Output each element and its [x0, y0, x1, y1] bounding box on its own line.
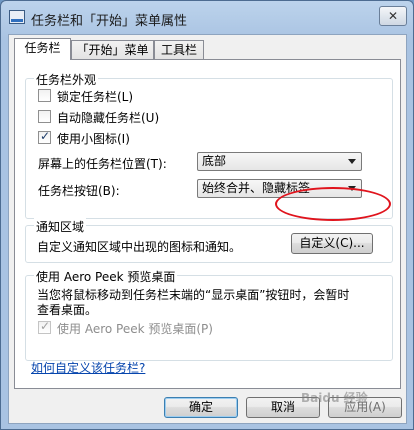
taskbar-icon	[9, 10, 25, 24]
notify-text: 自定义通知区域中出现的图标和通知。	[37, 240, 242, 254]
position-label: 屏幕上的任务栏位置(T):	[38, 157, 167, 171]
dialog-client: 任务栏 「开始」菜单 工具栏 任务栏外观 锁定任务栏(L) 自动隐藏任务栏(U)…	[8, 34, 407, 424]
tab-start-menu[interactable]: 「开始」菜单	[71, 40, 154, 59]
aeropeek-checkbox[interactable]	[38, 319, 51, 334]
lock-taskbar-checkbox[interactable]	[38, 89, 51, 102]
tab-toolbars[interactable]: 工具栏	[154, 40, 204, 59]
position-select[interactable]: 底部	[197, 152, 362, 171]
autohide-label: 自动隐藏任务栏(U)	[57, 111, 160, 125]
help-link[interactable]: 如何自定义该任务栏?	[31, 359, 145, 376]
notify-legend: 通知区域	[34, 218, 87, 235]
dialog-window: 任务栏和「开始」菜单属性 ✕ 任务栏 「开始」菜单 工具栏 任务栏外观 锁定任务…	[0, 0, 414, 430]
watermark: Baidu 经验	[301, 391, 368, 405]
small-icons-checkbox[interactable]	[38, 129, 51, 144]
title-bar[interactable]: 任务栏和「开始」菜单属性 ✕	[1, 1, 413, 34]
close-button[interactable]: ✕	[379, 6, 407, 26]
small-icons-label: 使用小图标(I)	[57, 132, 130, 146]
aeropeek-desc-2: 查看桌面。	[37, 303, 98, 317]
highlight-annotation	[275, 187, 391, 221]
tab-taskbar[interactable]: 任务栏	[14, 38, 71, 60]
appearance-legend: 任务栏外观	[34, 71, 99, 88]
window-title: 任务栏和「开始」菜单属性	[31, 14, 188, 29]
aeropeek-legend: 使用 Aero Peek 预览桌面	[34, 268, 178, 285]
ok-button[interactable]: 确定	[164, 397, 238, 418]
dropdown-arrow-icon	[348, 159, 356, 164]
tab-panel: 任务栏外观 锁定任务栏(L) 自动隐藏任务栏(U) 使用小图标(I) 屏幕上的任…	[14, 59, 401, 389]
position-value: 底部	[202, 154, 227, 168]
lock-taskbar-label: 锁定任务栏(L)	[57, 90, 134, 104]
aeropeek-checkbox-label: 使用 Aero Peek 预览桌面(P)	[57, 322, 213, 336]
buttons-label: 任务栏按钮(B):	[38, 184, 120, 198]
autohide-checkbox[interactable]	[38, 110, 51, 123]
customize-button[interactable]: 自定义(C)...	[291, 233, 373, 254]
